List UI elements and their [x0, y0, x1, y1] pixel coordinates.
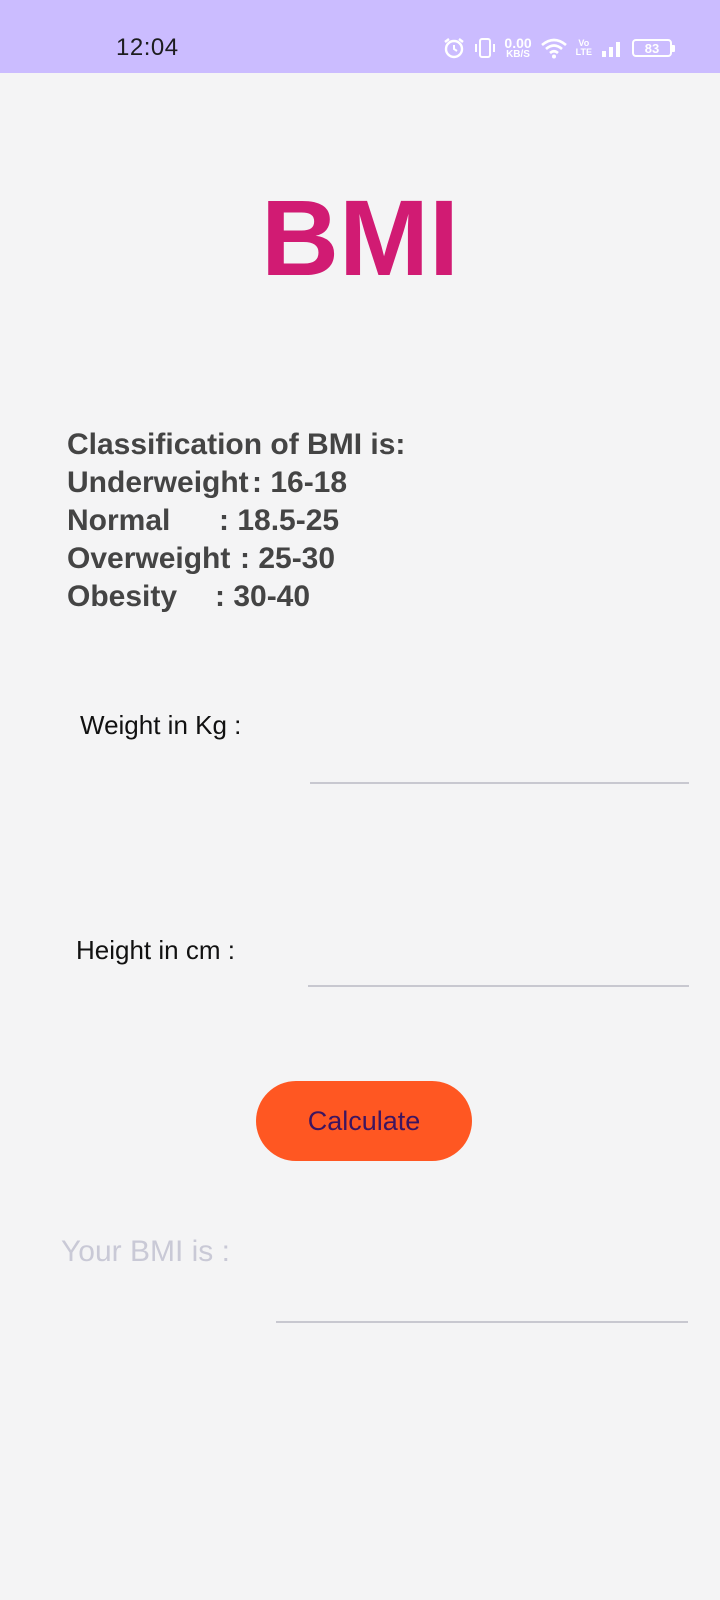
network-speed-unit: KB/S [506, 48, 530, 60]
classification-heading: Classification of BMI is: [67, 428, 406, 461]
classification-name: Underweight [67, 466, 249, 499]
signal-icon [600, 38, 624, 58]
status-time: 12:04 [116, 34, 179, 61]
classification-name: Overweight [67, 542, 231, 575]
status-bar: 12:04 0.00 KB/S Vo LTE 83 [0, 0, 720, 73]
classification-range: : 25-30 [240, 542, 336, 575]
battery-icon: 83 [632, 39, 675, 57]
classification-row: Underweight : 16-18 [67, 464, 405, 502]
wifi-icon [540, 37, 568, 59]
height-label: Height in cm : [76, 935, 235, 965]
alarm-icon [442, 36, 466, 60]
height-input[interactable] [308, 945, 689, 987]
network-speed-value: 0.00 [504, 34, 532, 51]
classification-range: : 18.5-25 [219, 504, 340, 537]
app-title: BMI [261, 177, 459, 298]
classification-range: : 16-18 [252, 466, 348, 499]
weight-label: Weight in Kg : [80, 710, 242, 740]
calculate-button[interactable]: Calculate [256, 1081, 472, 1161]
classification-row: Overweight : 25-30 [67, 540, 405, 578]
battery-level: 83 [644, 40, 660, 56]
vibrate-icon [474, 36, 496, 60]
volte-bottom: LTE [575, 47, 592, 57]
result-label: Your BMI is : [61, 1235, 230, 1268]
network-speed: 0.00 KB/S [504, 34, 532, 60]
classification-range: : 30-40 [215, 580, 311, 613]
volte-indicator: Vo LTE [576, 39, 592, 57]
classification-row: Obesity : 30-40 [67, 578, 405, 616]
classification-name: Obesity [67, 580, 178, 613]
classification-name: Normal [67, 504, 171, 537]
result-field [276, 1279, 688, 1323]
weight-input[interactable] [310, 742, 689, 784]
bmi-classification: Classification of BMI is: Underweight : … [67, 426, 405, 616]
status-icons: 0.00 KB/S Vo LTE 83 [442, 33, 675, 63]
classification-row: Normal : 18.5-25 [67, 502, 405, 540]
